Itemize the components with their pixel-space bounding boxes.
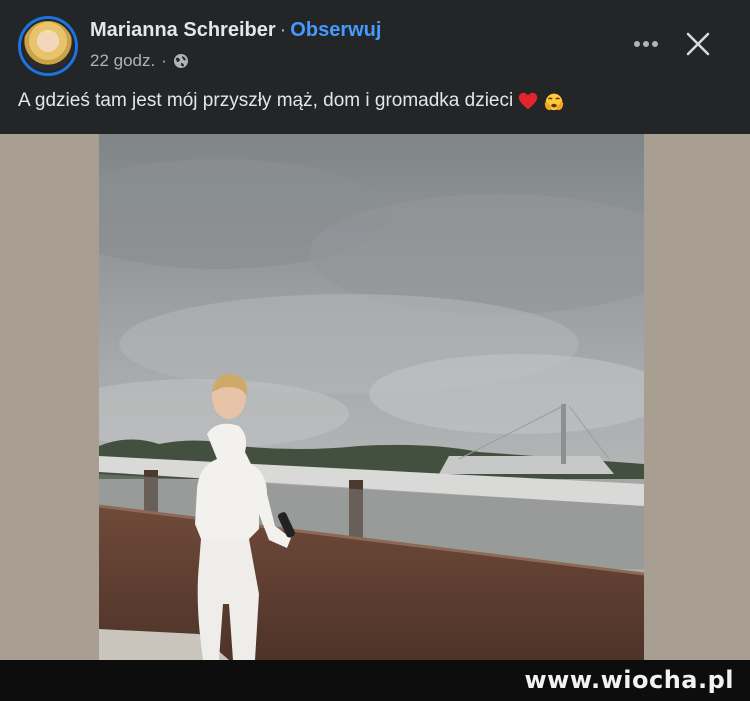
watermark-bar: www.wiocha.pl xyxy=(0,660,750,701)
close-button[interactable] xyxy=(678,24,718,64)
post-photo[interactable] xyxy=(99,134,644,660)
close-icon xyxy=(686,32,710,56)
post-card: Marianna Schreiber · Obserwuj 22 godz. · A… xyxy=(0,0,750,660)
author-name[interactable]: Marianna Schreiber xyxy=(90,19,276,41)
caption-text: A gdzieś tam jest mój przyszły mąż, dom … xyxy=(18,90,514,111)
follow-link[interactable]: Obserwuj xyxy=(290,19,381,41)
author-avatar[interactable] xyxy=(18,16,78,76)
photo-scene xyxy=(99,134,644,660)
watermark-text: www.wiocha.pl xyxy=(524,666,734,694)
post-caption: A gdzieś tam jest mój przyszły mąż, dom … xyxy=(18,90,565,112)
heart-emoji xyxy=(519,92,538,110)
more-icon xyxy=(634,41,658,47)
post-meta: 22 godz. · xyxy=(90,51,189,71)
post-media[interactable] xyxy=(0,134,750,660)
meta-separator: · xyxy=(161,51,167,70)
post-header: Marianna Schreiber · Obserwuj 22 godz. · xyxy=(0,0,750,88)
post-time[interactable]: 22 godz. xyxy=(90,51,155,71)
author-line: Marianna Schreiber · Obserwuj xyxy=(90,19,381,42)
globe-icon[interactable] xyxy=(173,53,189,69)
name-separator: · xyxy=(279,19,287,41)
avatar-image xyxy=(21,19,75,73)
hands-holding-face-emoji xyxy=(545,93,564,111)
more-button[interactable] xyxy=(626,26,666,62)
